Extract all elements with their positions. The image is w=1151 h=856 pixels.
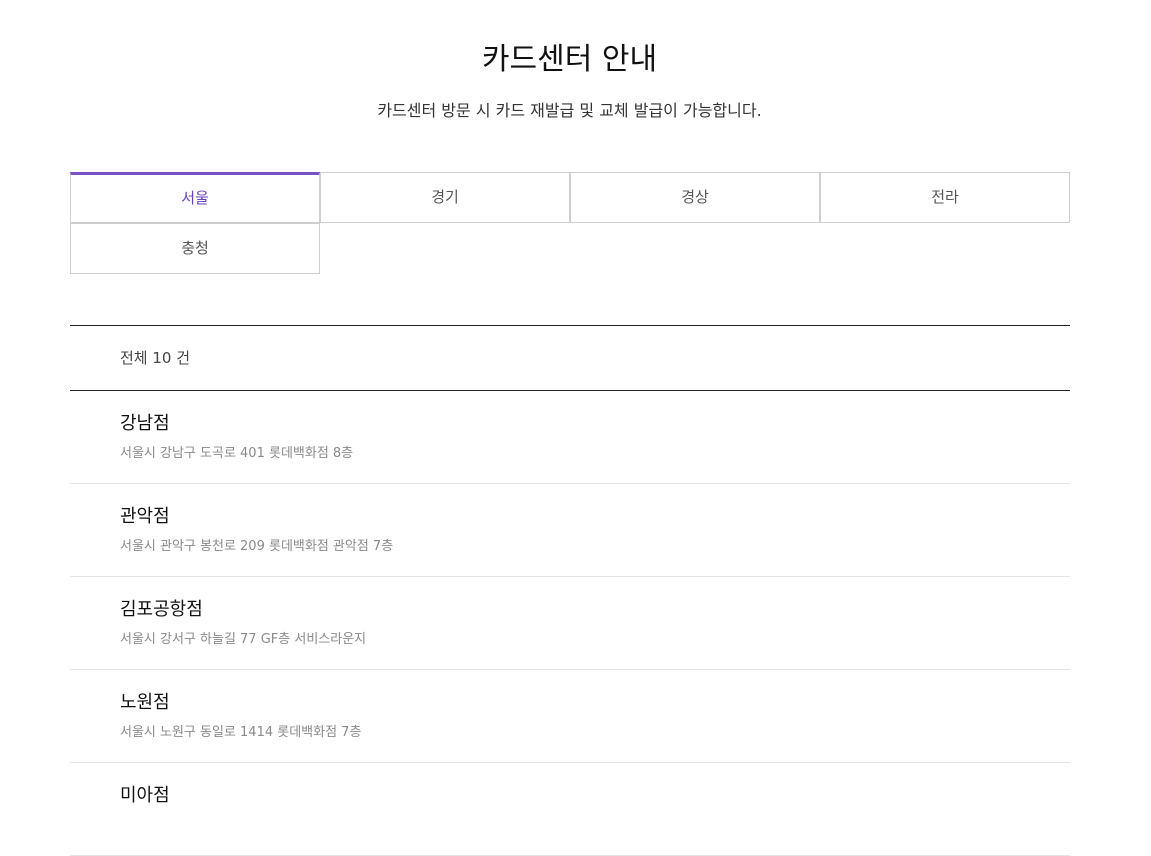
store-address: 서울시 노원구 동일로 1414 롯데백화점 7층 [120,725,362,740]
store-item-gangnam[interactable]: 강남점 서울시 강남구 도곡로 401 롯데백화점 8층 [70,391,1070,484]
store-name: 미아점 [120,785,170,806]
page-subtitle: 카드센터 방문 시 카드 재발급 및 교체 발급이 가능합니다. [377,101,762,120]
store-item-nowon[interactable]: 노원점 서울시 노원구 동일로 1414 롯데백화점 7층 [70,670,1070,763]
store-name: 김포공항점 [120,599,203,620]
store-item-gimpo-airport[interactable]: 김포공항점 서울시 강서구 하늘길 77 GF층 서비스라운지 [70,577,1070,670]
store-name: 노원점 [120,692,170,713]
store-name: 강남점 [120,413,170,434]
tab-gyeonggi[interactable]: 경기 [320,172,570,223]
store-address: 서울시 강남구 도곡로 401 롯데백화점 8층 [120,446,354,461]
tab-gyeongsang[interactable]: 경상 [570,172,820,223]
store-list: 강남점 서울시 강남구 도곡로 401 롯데백화점 8층 관악점 서울시 관악구… [70,391,1070,856]
store-item-mia[interactable]: 미아점 [70,763,1070,856]
tab-seoul[interactable]: 서울 [70,172,320,223]
store-address: 서울시 관악구 봉천로 209 롯데백화점 관악점 7층 [120,539,394,554]
store-item-gwanak[interactable]: 관악점 서울시 관악구 봉천로 209 롯데백화점 관악점 7층 [70,484,1070,577]
page-title: 카드센터 안내 [481,42,658,77]
store-name: 관악점 [120,506,170,527]
tab-chungcheong[interactable]: 충청 [70,223,320,274]
tab-jeolla[interactable]: 전라 [820,172,1070,223]
store-address: 서울시 강서구 하늘길 77 GF층 서비스라운지 [120,632,367,647]
result-count: 전체 10 건 [120,349,191,367]
list-top-divider [70,325,1070,326]
